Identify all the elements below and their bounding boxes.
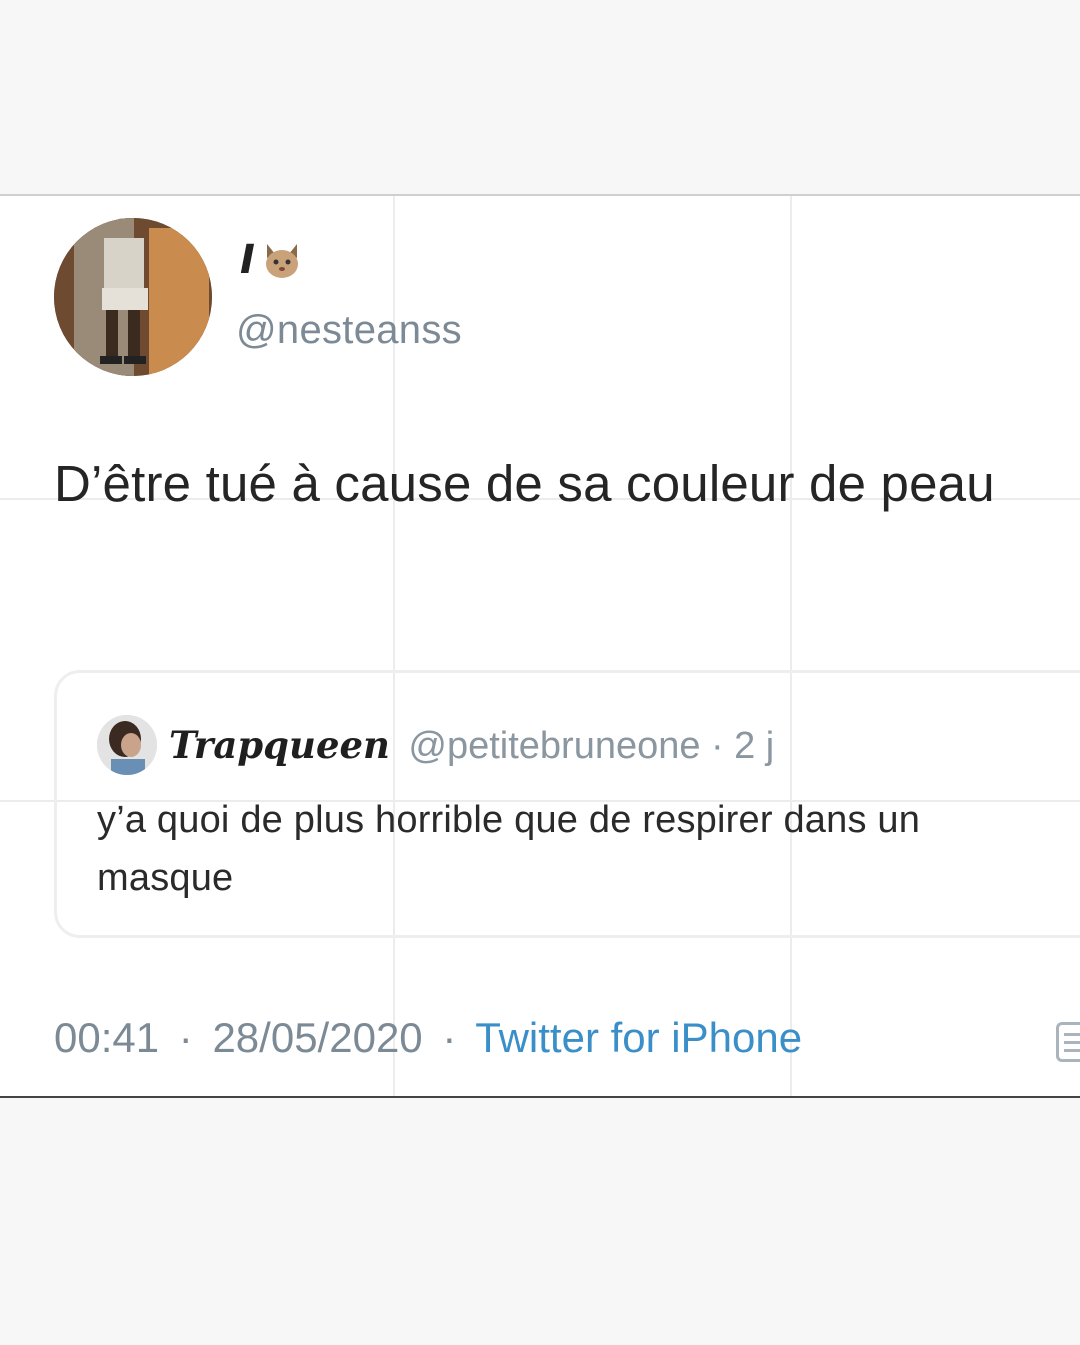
author-display-name: I (240, 237, 255, 283)
cat-face-icon (265, 244, 298, 278)
tweet-time[interactable]: 00:41 (54, 1014, 159, 1061)
separator-dot: · (710, 725, 724, 767)
author-avatar[interactable] (54, 218, 212, 376)
quoted-tweet-header: Trapqueen @petitebruneone · 2 j (169, 717, 774, 782)
separator-dot: · (178, 1014, 193, 1061)
quoted-tweet-text: y’a quoi de plus horrible que de respire… (97, 799, 921, 899)
quoted-tweet-time[interactable]: 2 j (734, 725, 774, 767)
tweet-meta: 00:41 · 28/05/2020 · Twitter for iPhone (54, 1008, 802, 1068)
quoted-author-handle[interactable]: @petitebruneone (408, 725, 700, 767)
author-name-row[interactable]: I (240, 240, 303, 280)
separator-dot: · (442, 1014, 457, 1061)
avatar-image (54, 218, 212, 376)
tweet-card: I @nesteanss D’être tué à cause de sa co… (0, 194, 1080, 1098)
quoted-avatar-image (97, 715, 157, 775)
grid-line (790, 196, 792, 1096)
tweet-source-link[interactable]: Twitter for iPhone (475, 1014, 802, 1061)
analytics-icon[interactable] (1056, 1022, 1080, 1062)
quoted-tweet[interactable]: Trapqueen @petitebruneone · 2 j y’a quoi… (54, 670, 1080, 938)
tweet-text: D’être tué à cause de sa couleur de peau (54, 455, 995, 512)
quoted-author-name[interactable]: Trapqueen (169, 723, 390, 767)
tweet-date[interactable]: 28/05/2020 (212, 1014, 422, 1061)
author-handle[interactable]: @nesteanss (236, 308, 462, 353)
quoted-author-avatar[interactable] (97, 715, 157, 775)
